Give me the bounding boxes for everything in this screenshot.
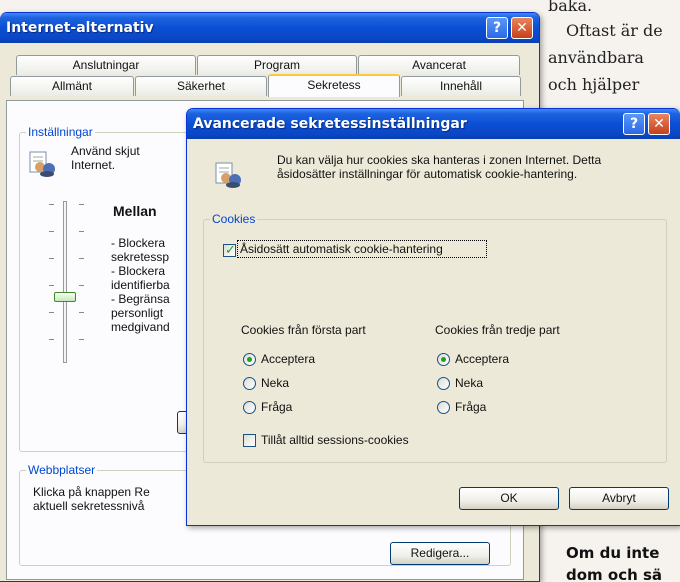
magazine-text-line: och hjälper [548, 75, 640, 94]
first-party-label: Cookies från första part [241, 323, 366, 337]
privacy-level-line: personligt [111, 306, 164, 320]
tab-anslutningar[interactable]: Anslutningar [16, 55, 196, 75]
slider-tick [79, 204, 84, 205]
dialog-title: Avancerade sekretessinställningar [193, 116, 467, 132]
third-party-prompt-label[interactable]: Fråga [455, 400, 486, 414]
override-cookie-label[interactable]: Åsidosätt automatisk cookie-hantering [240, 242, 443, 256]
session-cookies-checkbox[interactable] [243, 434, 256, 447]
tab-innehall[interactable]: Innehåll [401, 76, 521, 96]
tab-program[interactable]: Program [197, 55, 357, 75]
first-party-prompt-radio[interactable] [243, 401, 256, 414]
edit-button-label: Redigera... [410, 546, 470, 560]
help-icon[interactable]: ? [486, 17, 508, 39]
privacy-level-line: medgivand [111, 320, 170, 334]
close-icon[interactable]: ✕ [511, 17, 533, 39]
slider-tick [79, 231, 84, 232]
privacy-level-line: - Blockera [111, 264, 166, 278]
advanced-privacy-titlebar: Avancerade sekretessinställningar ? ✕ [187, 109, 680, 139]
dialog-intro: Du kan välja hur cookies ska hanteras i … [277, 153, 602, 167]
first-party-prompt-label[interactable]: Fråga [261, 400, 292, 414]
third-party-deny-radio[interactable] [437, 377, 450, 390]
radio-selected-dot [441, 357, 446, 362]
privacy-level-slider-track [63, 201, 67, 363]
cancel-button-label: Avbryt [602, 491, 636, 505]
third-party-accept-radio[interactable] [437, 353, 450, 366]
advanced-privacy-dialog: Avancerade sekretessinställningar ? ✕ Du… [186, 108, 680, 526]
checkmark-icon: ✓ [225, 242, 236, 257]
third-party-prompt-radio[interactable] [437, 401, 450, 414]
first-party-deny-label[interactable]: Neka [261, 376, 289, 390]
slider-tick [49, 231, 54, 232]
close-icon[interactable]: ✕ [648, 113, 670, 135]
third-party-deny-label[interactable]: Neka [455, 376, 483, 390]
third-party-label: Cookies från tredje part [435, 323, 560, 337]
edit-button[interactable]: Redigera... [390, 542, 490, 565]
privacy-level-line: identifierba [111, 278, 170, 292]
internet-options-titlebar: Internet-alternativ ? ✕ [0, 13, 539, 43]
window-title: Internet-alternativ [6, 20, 154, 36]
slider-tick [49, 339, 54, 340]
magazine-bold-line: dom och sä [566, 566, 663, 582]
help-icon[interactable]: ? [623, 113, 645, 135]
tab-sekretess[interactable]: Sekretess [268, 74, 400, 97]
privacy-level-title: Mellan [113, 203, 157, 219]
first-party-accept-radio[interactable] [243, 353, 256, 366]
websites-description: Klicka på knappen Re [33, 485, 150, 499]
dialog-body: Du kan välja hur cookies ska hanteras i … [187, 139, 680, 525]
dialog-intro: åsidosätter inställningar för automatisk… [277, 167, 578, 181]
slider-tick [79, 339, 84, 340]
cookies-group-label: Cookies [210, 212, 258, 226]
settings-group-label: Inställningar [26, 125, 95, 139]
first-party-accept-label[interactable]: Acceptera [261, 352, 315, 366]
slider-tick [49, 204, 54, 205]
magazine-text-line: baka. [548, 0, 593, 15]
privacy-level-line: - Blockera [111, 236, 166, 250]
third-party-accept-label[interactable]: Acceptera [455, 352, 509, 366]
slider-tick [79, 312, 84, 313]
ok-button[interactable]: OK [459, 487, 559, 510]
magazine-text-line: användbara [548, 48, 644, 67]
slider-tick [79, 285, 84, 286]
privacy-level-line: - Begränsa [111, 292, 170, 306]
settings-description: Internet. [71, 158, 116, 172]
slider-tick [79, 258, 84, 259]
privacy-level-line: sekretessp [111, 250, 170, 264]
radio-selected-dot [247, 357, 252, 362]
tab-sakerhet[interactable]: Säkerhet [135, 76, 267, 96]
settings-description: Använd skjut [71, 144, 140, 158]
websites-description: aktuell sekretessnivå [33, 499, 145, 513]
tab-avancerat[interactable]: Avancerat [358, 55, 520, 75]
slider-tick [49, 312, 54, 313]
session-cookies-label[interactable]: Tillåt alltid sessions-cookies [261, 433, 409, 447]
privacy-level-slider-thumb[interactable] [54, 292, 76, 302]
ok-button-label: OK [500, 491, 518, 505]
override-cookie-checkbox[interactable]: ✓ [223, 242, 236, 257]
first-party-deny-radio[interactable] [243, 377, 256, 390]
tab-allmant[interactable]: Allmänt [10, 76, 134, 96]
slider-tick [49, 258, 54, 259]
privacy-icon [29, 151, 55, 177]
cancel-button[interactable]: Avbryt [569, 487, 669, 510]
slider-tick [49, 285, 54, 286]
websites-group-label: Webbplatser [26, 463, 98, 477]
magazine-text-line: Oftast är de [566, 21, 663, 40]
magazine-bold-line: Om du inte [566, 544, 660, 562]
privacy-icon [215, 162, 241, 188]
